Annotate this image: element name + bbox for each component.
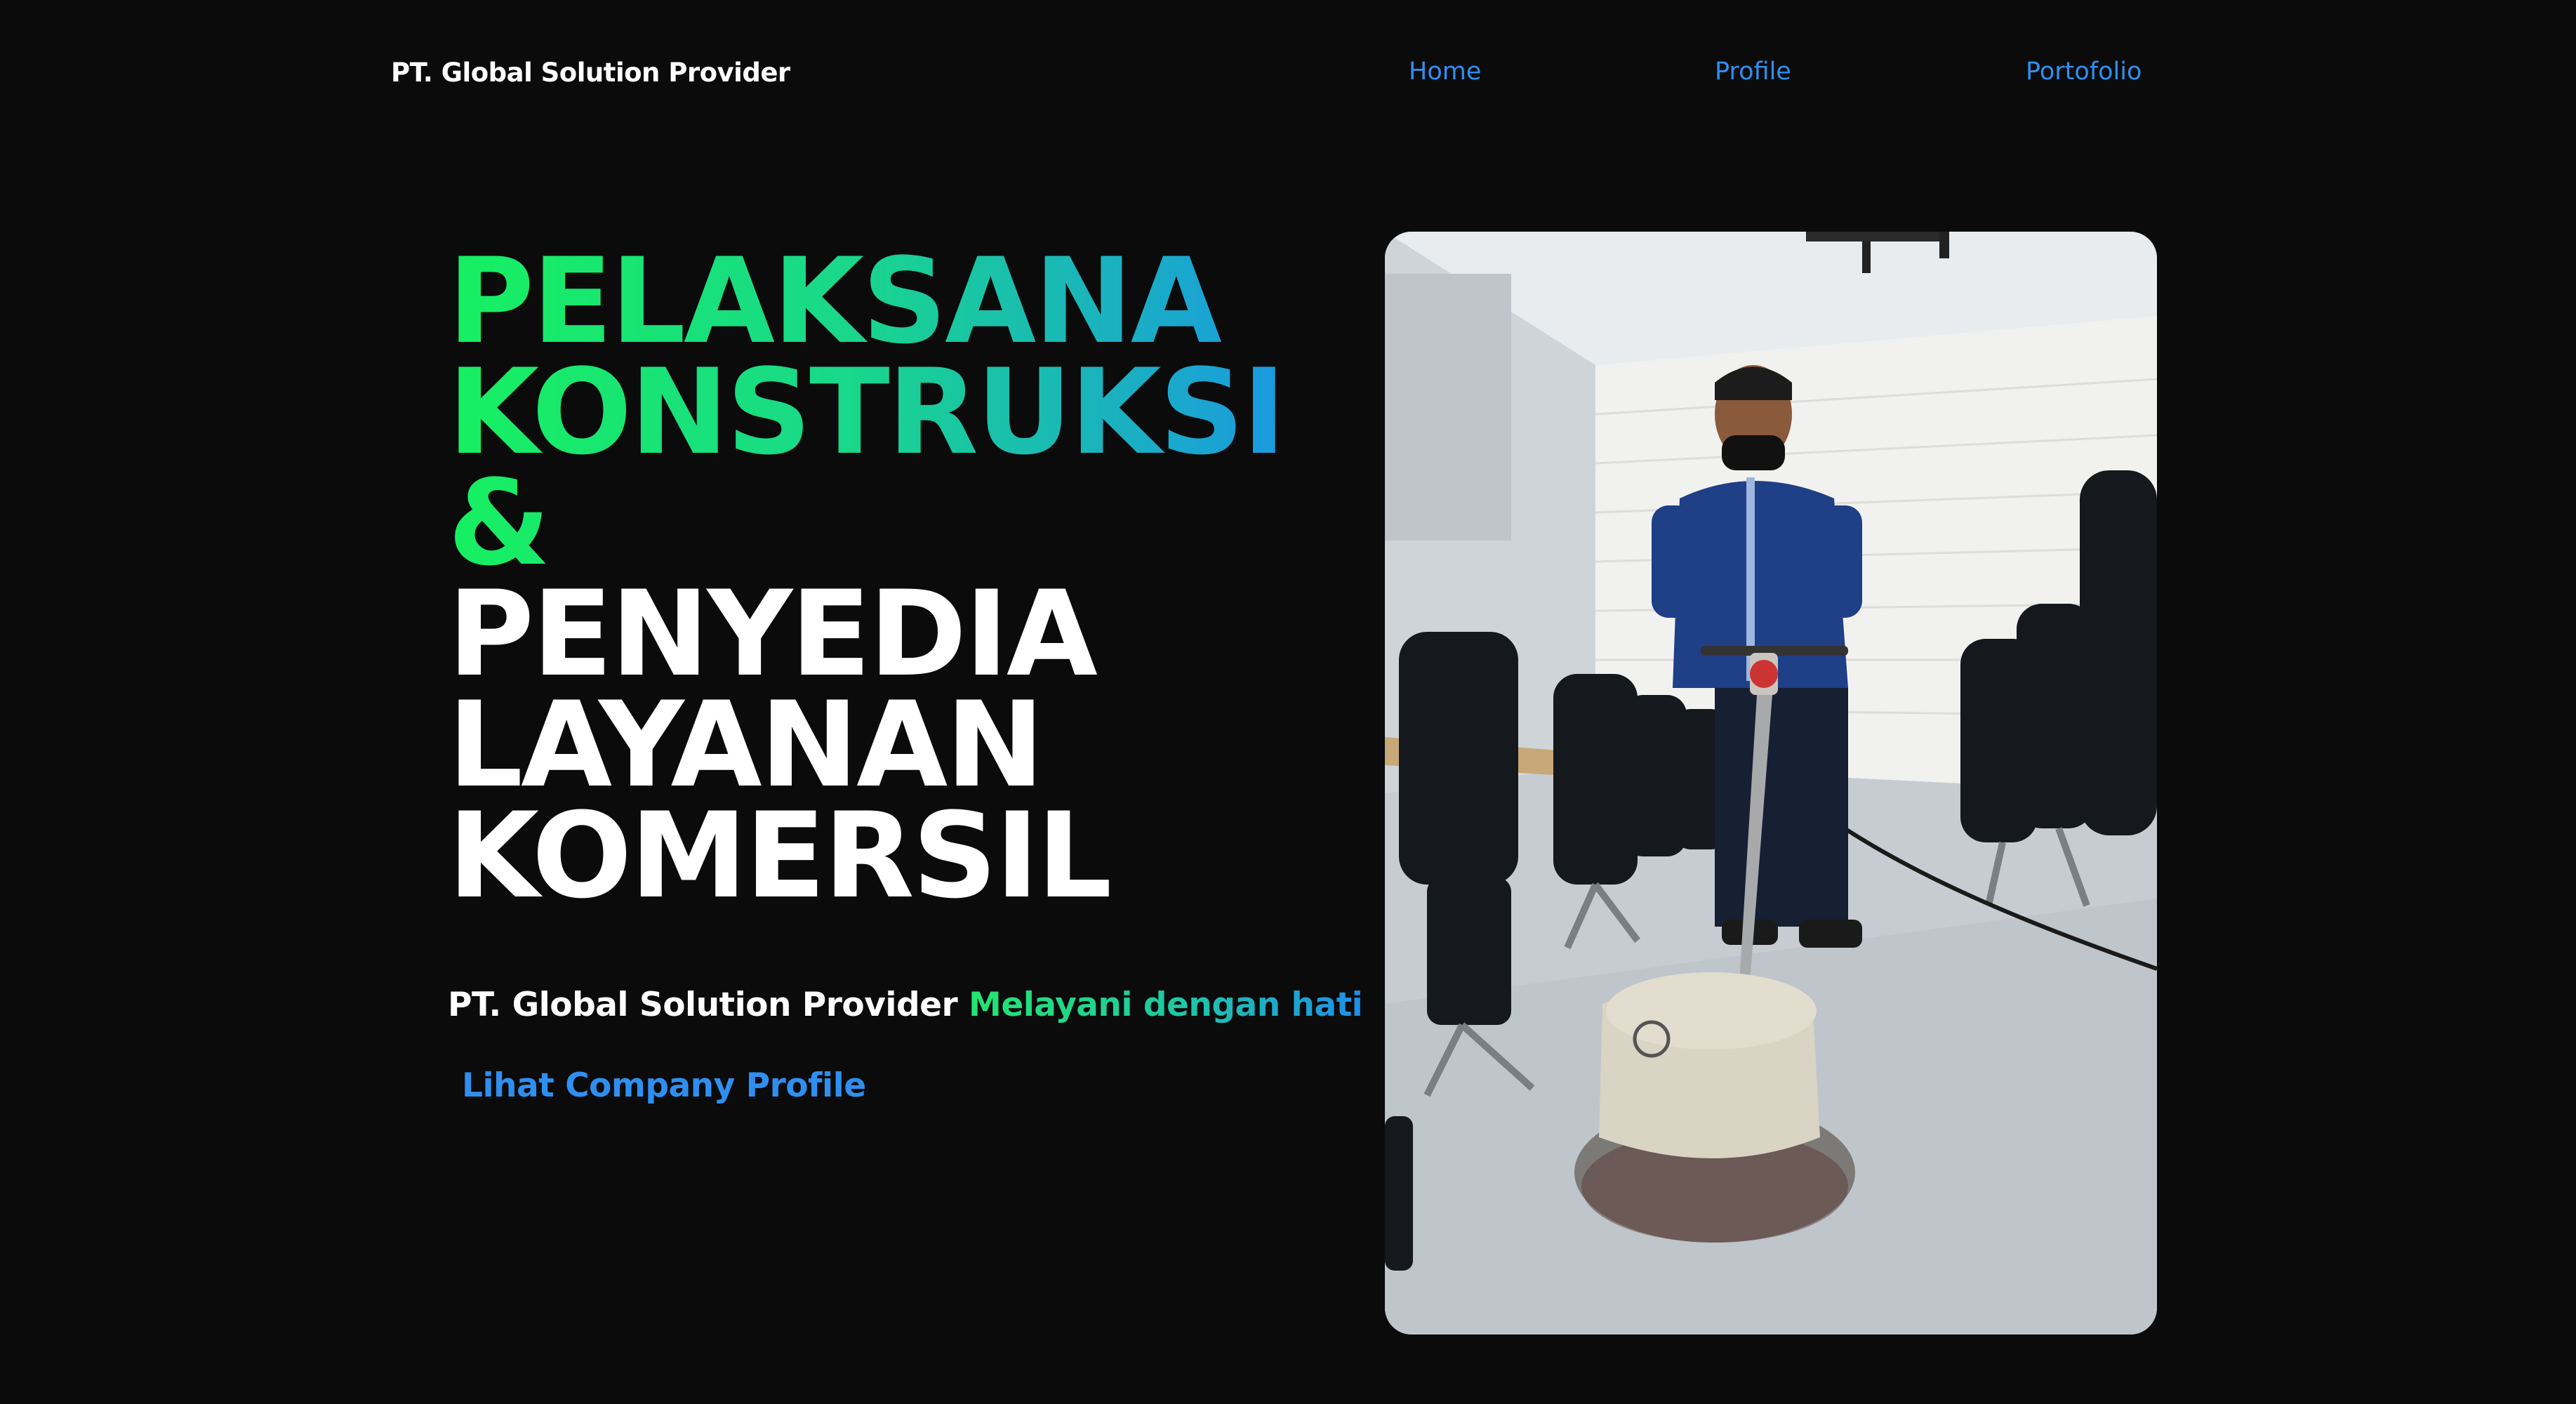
headline-line-6: KOMERSIL	[448, 787, 1112, 925]
headline-line-1: PELAKSANA	[448, 242, 1325, 360]
company-profile-link[interactable]: Lihat Company Profile	[462, 1066, 866, 1105]
hero-photo	[1385, 232, 2157, 1335]
nav-profile-link[interactable]: Profile	[1715, 58, 1791, 86]
headline-line-2: KONSTRUKSI	[448, 353, 1325, 471]
hero-tagline: PT. Global Solution Provider Melayani de…	[448, 986, 1363, 1024]
headline-line-5: LAYANAN	[448, 676, 1044, 814]
headline-line-4: PENYEDIA	[448, 565, 1098, 703]
nav-portfolio-link[interactable]: Portofolio	[2026, 58, 2142, 86]
headline-line-3: &	[448, 464, 1325, 582]
page: PT. Global Solution Provider Home Profil…	[0, 0, 2576, 1404]
floor-cleaning-photo	[1385, 232, 2157, 1335]
tagline-company: PT. Global Solution Provider	[448, 986, 958, 1024]
brand-name[interactable]: PT. Global Solution Provider	[391, 58, 790, 88]
nav-home-link[interactable]: Home	[1409, 58, 1481, 86]
tagline-motto: Melayani dengan hati	[969, 986, 1363, 1024]
hero-headline: PELAKSANA KONSTRUKSI & PENYEDIA LAYANAN …	[448, 242, 1325, 925]
